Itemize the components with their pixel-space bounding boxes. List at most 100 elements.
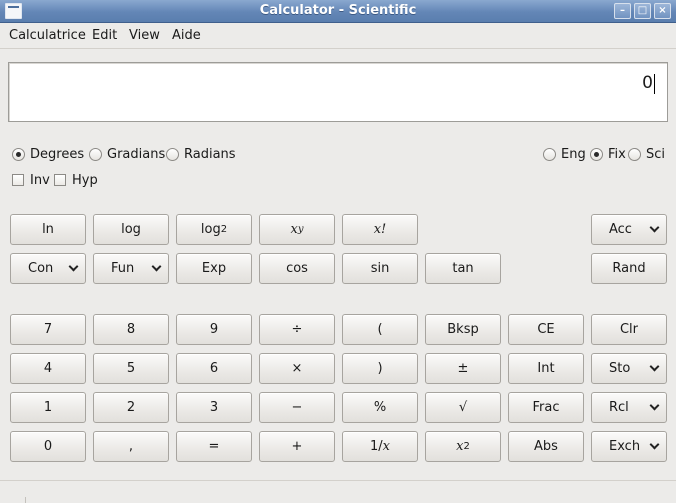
radio-gradians-indicator[interactable] xyxy=(89,147,102,161)
radio-sci[interactable]: Sci xyxy=(628,146,665,162)
checkbox-hyp[interactable]: Hyp xyxy=(54,172,98,188)
ln-button[interactable]: ln xyxy=(10,214,86,245)
power-base: x xyxy=(290,222,298,237)
checkbox-inv[interactable]: Inv xyxy=(12,172,50,188)
clear-button[interactable]: Clr xyxy=(591,314,667,345)
constants-dropdown[interactable]: Con xyxy=(10,253,86,284)
store-label: Sto xyxy=(609,361,631,376)
checkbox-hyp-label: Hyp xyxy=(72,172,98,188)
open-paren-button[interactable]: ( xyxy=(342,314,418,345)
square-base: x xyxy=(456,439,464,454)
radio-fix-indicator[interactable] xyxy=(590,147,603,161)
fraction-button[interactable]: Frac xyxy=(508,392,584,423)
radio-sci-indicator[interactable] xyxy=(628,147,641,161)
digit-2-button[interactable]: 2 xyxy=(93,392,169,423)
chevron-down-icon xyxy=(649,361,660,372)
accuracy-dropdown[interactable]: Acc xyxy=(591,214,667,245)
radio-radians-label: Radians xyxy=(184,146,236,162)
digit-8-button[interactable]: 8 xyxy=(93,314,169,345)
square-root-button[interactable]: √ xyxy=(425,392,501,423)
menu-view[interactable]: View xyxy=(129,28,160,43)
power-exponent: y xyxy=(297,224,304,235)
square-button[interactable]: x2 xyxy=(425,431,501,462)
subtract-button[interactable]: − xyxy=(259,392,335,423)
sin-button[interactable]: sin xyxy=(342,253,418,284)
chevron-down-icon xyxy=(151,261,162,272)
menu-calculatrice[interactable]: Calculatrice xyxy=(9,28,86,43)
exchange-dropdown[interactable]: Exch xyxy=(591,431,667,462)
rand-button[interactable]: Rand xyxy=(591,253,667,284)
text-cursor xyxy=(654,74,655,94)
chevron-down-icon xyxy=(649,439,660,450)
checkbox-hyp-box[interactable] xyxy=(54,174,66,186)
digit-6-button[interactable]: 6 xyxy=(176,353,252,384)
menu-aide[interactable]: Aide xyxy=(172,28,201,43)
checkbox-inv-box[interactable] xyxy=(12,174,24,186)
backspace-button[interactable]: Bksp xyxy=(425,314,501,345)
power-button[interactable]: xy xyxy=(259,214,335,245)
radio-sci-label: Sci xyxy=(646,146,666,162)
chevron-down-icon xyxy=(649,222,660,233)
recall-label: Rcl xyxy=(609,400,629,415)
radio-degrees[interactable]: Degrees xyxy=(12,146,84,162)
exchange-label: Exch xyxy=(609,439,641,454)
status-bar xyxy=(0,480,676,503)
reciprocal-button[interactable]: 1/x xyxy=(342,431,418,462)
digit-5-button[interactable]: 5 xyxy=(93,353,169,384)
digit-7-button[interactable]: 7 xyxy=(10,314,86,345)
radio-eng-label: Eng xyxy=(561,146,586,162)
multiply-button[interactable]: × xyxy=(259,353,335,384)
digit-1-button[interactable]: 1 xyxy=(10,392,86,423)
log2-label: log xyxy=(200,222,221,237)
integer-button[interactable]: Int xyxy=(508,353,584,384)
change-sign-button[interactable]: ± xyxy=(425,353,501,384)
log2-subscript: 2 xyxy=(220,224,228,235)
chevron-down-icon xyxy=(649,400,660,411)
absolute-button[interactable]: Abs xyxy=(508,431,584,462)
chevron-down-icon xyxy=(68,261,79,272)
radio-degrees-indicator[interactable] xyxy=(12,147,25,161)
close-paren-button[interactable]: ) xyxy=(342,353,418,384)
divide-button[interactable]: ÷ xyxy=(259,314,335,345)
functions-label: Fun xyxy=(111,261,135,276)
radio-radians-indicator[interactable] xyxy=(166,147,179,161)
recall-dropdown[interactable]: Rcl xyxy=(591,392,667,423)
status-bar-segment xyxy=(0,497,26,503)
radio-gradians-label: Gradians xyxy=(107,146,166,162)
display-value: 0 xyxy=(642,73,653,93)
radio-fix[interactable]: Fix xyxy=(590,146,626,162)
menu-bar: Calculatrice Edit View Aide xyxy=(0,24,676,49)
window-title: Calculator - Scientific xyxy=(259,3,417,18)
maximize-button[interactable]: □ xyxy=(634,3,651,19)
result-display[interactable]: 0 xyxy=(8,62,668,122)
log2-button[interactable]: log 2 xyxy=(176,214,252,245)
store-dropdown[interactable]: Sto xyxy=(591,353,667,384)
reciprocal-prefix: 1/ xyxy=(370,439,383,454)
accuracy-label: Acc xyxy=(609,222,632,237)
menu-edit[interactable]: Edit xyxy=(92,28,117,43)
close-button[interactable]: × xyxy=(654,3,671,19)
digit-0-button[interactable]: 0 xyxy=(10,431,86,462)
radio-eng-indicator[interactable] xyxy=(543,147,556,161)
radio-eng[interactable]: Eng xyxy=(543,146,586,162)
factorial-button[interactable]: x! xyxy=(342,214,418,245)
cos-button[interactable]: cos xyxy=(259,253,335,284)
clear-entry-button[interactable]: CE xyxy=(508,314,584,345)
digit-3-button[interactable]: 3 xyxy=(176,392,252,423)
radio-radians[interactable]: Radians xyxy=(166,146,236,162)
functions-dropdown[interactable]: Fun xyxy=(93,253,169,284)
exp-button[interactable]: Exp xyxy=(176,253,252,284)
constants-label: Con xyxy=(28,261,54,276)
radio-gradians[interactable]: Gradians xyxy=(89,146,165,162)
digit-4-button[interactable]: 4 xyxy=(10,353,86,384)
radio-fix-label: Fix xyxy=(608,146,626,162)
minimize-button[interactable]: – xyxy=(614,3,631,19)
percent-button[interactable]: % xyxy=(342,392,418,423)
add-button[interactable]: + xyxy=(259,431,335,462)
decimal-separator-button[interactable]: , xyxy=(93,431,169,462)
digit-9-button[interactable]: 9 xyxy=(176,314,252,345)
tan-button[interactable]: tan xyxy=(425,253,501,284)
equals-button[interactable]: = xyxy=(176,431,252,462)
log-button[interactable]: log xyxy=(93,214,169,245)
square-exponent: 2 xyxy=(463,441,470,452)
